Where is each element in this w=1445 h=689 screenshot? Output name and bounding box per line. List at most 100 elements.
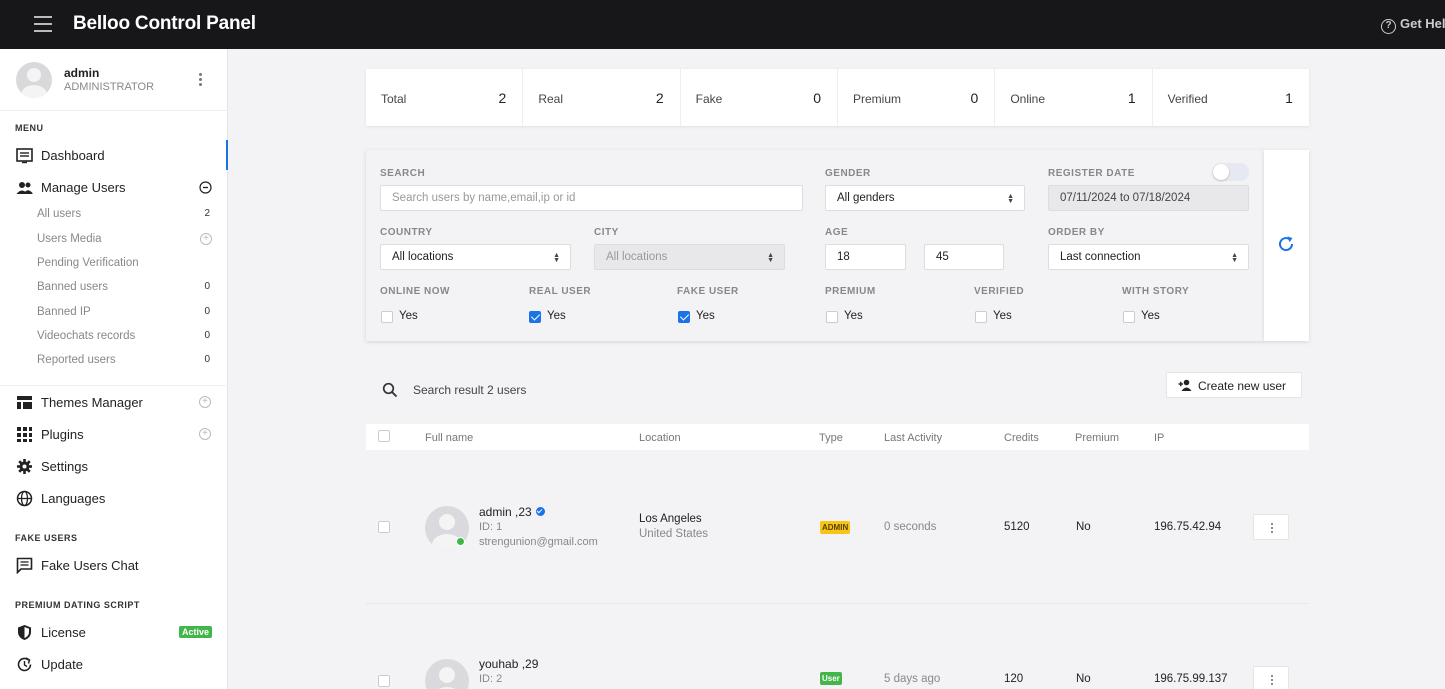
real-user-checkbox[interactable] — [529, 311, 541, 323]
hamburger-menu-icon[interactable] — [34, 16, 52, 32]
select-caret-icon: ▲ ▼ — [1231, 252, 1238, 264]
column-header-full-name[interactable]: Full name — [425, 432, 473, 444]
user-premium: No — [1076, 673, 1091, 685]
expand-plus-icon[interactable]: + — [199, 428, 211, 440]
column-header-credits[interactable]: Credits — [1004, 432, 1039, 444]
collapse-minus-icon[interactable] — [199, 181, 212, 194]
globe-icon — [16, 490, 33, 507]
row-actions-menu-icon[interactable] — [1253, 666, 1289, 689]
table-row[interactable]: youhab ,29 ID: 2 User 5 days ago 120 No … — [366, 604, 1309, 689]
sidebar-item-dashboard[interactable]: Dashboard — [0, 140, 228, 170]
stat-total[interactable]: Total 2 — [366, 69, 524, 126]
gear-icon — [17, 459, 32, 474]
stat-online[interactable]: Online 1 — [995, 69, 1153, 126]
search-result-count: Search result 2 users — [413, 383, 527, 397]
sidebar-subitem-pending-verification[interactable]: Pending Verification — [37, 257, 212, 269]
select-caret-icon: ▲ ▼ — [1007, 193, 1014, 205]
sidebar-subitem-reported-users[interactable]: Reported users 0 — [37, 354, 212, 366]
row-checkbox[interactable] — [378, 675, 390, 687]
column-header-type[interactable]: Type — [819, 432, 843, 444]
stat-value: 1 — [1127, 90, 1136, 106]
sidebar-item-license[interactable]: License Active — [0, 617, 228, 647]
age-min-input[interactable]: 18 — [825, 244, 906, 270]
online-now-checkbox[interactable] — [381, 311, 393, 323]
column-header-location[interactable]: Location — [639, 432, 681, 444]
stat-real[interactable]: Real 2 — [523, 69, 681, 126]
sidebar-item-settings[interactable]: Settings — [0, 451, 228, 481]
fake-user-option: Yes — [696, 310, 715, 322]
with-story-checkbox[interactable] — [1123, 311, 1135, 323]
user-city: Los Angeles — [639, 513, 702, 525]
stat-verified[interactable]: Verified 1 — [1153, 69, 1309, 126]
city-select[interactable]: All locations ▲ ▼ — [594, 244, 785, 270]
sidebar-item-label: Plugins — [41, 427, 84, 442]
order-by-label: ORDER BY — [1048, 227, 1105, 238]
register-date-input[interactable]: 07/11/2024 to 07/18/2024 — [1048, 185, 1249, 211]
create-new-user-label: Create new user — [1198, 379, 1287, 393]
stat-value: 2 — [655, 90, 664, 106]
subitem-label: Pending Verification — [37, 257, 139, 269]
fake-user-checkbox[interactable] — [678, 311, 690, 323]
verified-checkbox[interactable] — [975, 311, 987, 323]
sidebar-subitem-banned-ip[interactable]: Banned IP 0 — [37, 306, 212, 318]
column-header-ip[interactable]: IP — [1154, 432, 1164, 444]
search-input[interactable]: Search users by name,email,ip or id — [380, 185, 803, 211]
sidebar-subitem-all-users[interactable]: All users 2 — [37, 208, 212, 220]
select-all-checkbox[interactable] — [378, 430, 390, 442]
create-new-user-button[interactable]: Create new user — [1166, 372, 1302, 398]
user-name[interactable]: admin ,23 — [479, 505, 545, 519]
subitem-label: Videochats records — [37, 330, 136, 342]
stat-label: Verified — [1167, 92, 1208, 106]
user-ip: 196.75.99.137 — [1154, 673, 1228, 685]
search-label: SEARCH — [380, 168, 426, 179]
online-now-label: ONLINE NOW — [380, 286, 450, 297]
sidebar-item-fake-users-chat[interactable]: Fake Users Chat — [0, 550, 228, 580]
country-select[interactable]: All locations ▲ ▼ — [380, 244, 571, 270]
sidebar-item-plugins[interactable]: Plugins + — [0, 419, 228, 449]
sidebar-subitem-banned-users[interactable]: Banned users 0 — [37, 281, 212, 293]
verified-check-icon — [535, 507, 545, 516]
stat-fake[interactable]: Fake 0 — [681, 69, 838, 126]
user-id: ID: 2 — [479, 673, 503, 685]
user-avatar[interactable] — [425, 659, 469, 689]
sidebar-item-label: Languages — [41, 491, 106, 506]
sidebar-subitem-users-media[interactable]: Users Media + — [37, 233, 212, 245]
app-title: Belloo Control Panel — [73, 13, 256, 34]
age-max-input[interactable]: 45 — [924, 244, 1004, 270]
register-date-toggle[interactable] — [1212, 163, 1249, 181]
column-header-last-activity[interactable]: Last Activity — [884, 432, 942, 444]
row-checkbox[interactable] — [378, 521, 390, 533]
refresh-icon[interactable] — [1277, 235, 1295, 253]
subitem-label: Banned IP — [37, 306, 91, 318]
country-label: COUNTRY — [380, 227, 433, 238]
sidebar-item-themes-manager[interactable]: Themes Manager + — [0, 387, 228, 417]
row-actions-menu-icon[interactable] — [1253, 514, 1289, 540]
sidebar-item-manage-users[interactable]: Manage Users — [0, 172, 228, 202]
select-caret-icon: ▲ ▼ — [767, 252, 774, 264]
premium-section-label: PREMIUM DATING SCRIPT — [15, 600, 140, 610]
stat-label: Premium — [852, 92, 901, 106]
expand-plus-icon[interactable]: + — [200, 233, 212, 245]
subitem-count: 0 — [204, 281, 210, 292]
column-header-premium[interactable]: Premium — [1075, 432, 1119, 444]
premium-checkbox[interactable] — [826, 311, 838, 323]
get-help-link[interactable]: ? Get Hel — [1381, 16, 1445, 34]
gender-select[interactable]: All genders ▲ ▼ — [825, 185, 1025, 211]
sidebar-item-languages[interactable]: Languages — [0, 483, 228, 513]
sidebar-item-update[interactable]: Update — [0, 649, 228, 679]
user-id: ID: 1 — [479, 521, 503, 533]
city-label: CITY — [594, 227, 619, 238]
stat-label: Total — [381, 92, 407, 106]
subitem-label: Users Media — [37, 233, 102, 245]
sidebar: admin ADMINISTRATOR MENU Dashboard Manag… — [0, 49, 228, 689]
sidebar-subitem-videochats-records[interactable]: Videochats records 0 — [37, 330, 212, 342]
verified-option: Yes — [993, 310, 1012, 322]
users-icon — [16, 182, 33, 194]
profile-more-icon[interactable] — [199, 73, 203, 88]
table-row[interactable]: admin ,23 ID: 1 strengunion@gmail.com Lo… — [366, 450, 1309, 604]
subitem-count: 0 — [204, 354, 210, 365]
expand-plus-icon[interactable]: + — [199, 396, 211, 408]
order-by-select[interactable]: Last connection ▲ ▼ — [1048, 244, 1249, 270]
user-name[interactable]: youhab ,29 — [479, 657, 538, 671]
stat-premium[interactable]: Premium 0 — [838, 69, 996, 126]
